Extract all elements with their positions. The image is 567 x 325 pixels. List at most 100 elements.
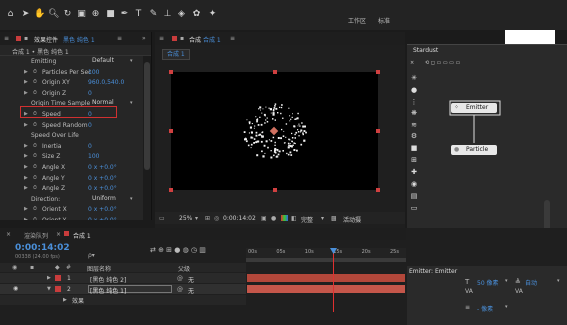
size-value[interactable]: 50 像素 xyxy=(477,278,499,287)
stardust-close-icon[interactable]: × xyxy=(410,60,414,66)
composition-tab-label[interactable]: 合成 xyxy=(189,35,201,44)
expand-chevron-icon[interactable]: ▼ xyxy=(47,286,51,292)
channel-icon[interactable]: ● xyxy=(271,215,276,222)
timeline-switch-icons[interactable]: ⇄ ⊕ ⊞ ● ◍ ◷ ▥ xyxy=(150,246,206,254)
stopwatch-icon[interactable]: ⏱ xyxy=(33,164,37,170)
stopwatch-icon[interactable]: ⏱ xyxy=(33,79,37,85)
effects-group-label[interactable]: 效果 xyxy=(72,296,84,305)
eraser-tool-icon[interactable]: ◈ xyxy=(176,9,187,20)
timeline-search[interactable]: ρ▾ xyxy=(88,252,95,259)
emitter-node[interactable]: ⁘ Emitter xyxy=(451,103,497,113)
eye-icon[interactable]: ◉ xyxy=(13,285,18,292)
expand-chevron-icon[interactable]: ▶ xyxy=(24,217,28,220)
current-time-indicator[interactable] xyxy=(333,248,334,312)
panel-menu-icon[interactable]: ≡ xyxy=(117,35,122,42)
chevron-down-icon[interactable]: ▾ xyxy=(130,58,133,64)
color-channel-icon[interactable] xyxy=(281,215,288,221)
panel-menu-icon[interactable]: ≡ xyxy=(230,35,235,42)
expand-chevron-icon[interactable]: ▶ xyxy=(24,175,28,181)
stopwatch-icon[interactable]: ⏱ xyxy=(33,153,37,159)
clone-stamp-tool-icon[interactable]: ⊥ xyxy=(162,9,173,20)
layer-duration-bar[interactable] xyxy=(247,274,405,282)
property-value[interactable]: 960.0,540.0 xyxy=(88,79,124,86)
stopwatch-icon[interactable]: ⏱ xyxy=(33,122,37,128)
effect-property-row[interactable]: Emitting Default ▾ xyxy=(0,56,143,67)
snapshot-icon[interactable]: ◎ xyxy=(214,215,219,222)
stopwatch-icon[interactable]: ⏱ xyxy=(33,206,37,212)
anchor-point-icon[interactable] xyxy=(269,126,279,136)
stopwatch-icon[interactable]: ⏱ xyxy=(33,185,37,191)
layer-color-label[interactable] xyxy=(55,286,61,292)
layer-color-label[interactable] xyxy=(55,275,61,281)
property-value[interactable]: 0 xyxy=(88,143,92,150)
expand-chevron-icon[interactable]: ▶ xyxy=(24,79,28,85)
column-parent[interactable]: 父级 xyxy=(178,264,190,273)
parent-pickwhip-icon[interactable]: @ xyxy=(177,275,183,282)
timeline-comp-tab[interactable]: 合成 1 xyxy=(73,231,91,240)
property-value[interactable]: 100 xyxy=(88,153,99,160)
effect-controls-tab-label[interactable]: 效果控件 xyxy=(34,35,58,44)
effect-property-row[interactable]: ▶ ⏱ Angle X 0 x +0.0° xyxy=(0,162,143,173)
monitor-icon[interactable]: ▭ xyxy=(410,204,418,212)
timeline-effects-row[interactable]: ▶ 效果 xyxy=(0,295,246,305)
lock-icon[interactable]: ▪ xyxy=(24,35,28,42)
timeline-current-time[interactable]: 0:00:14:02 xyxy=(15,243,70,253)
quality-select[interactable]: 完整 xyxy=(301,215,313,224)
chevron-down-icon[interactable]: ▾ xyxy=(505,278,508,284)
type-tool-icon[interactable]: T xyxy=(133,9,144,20)
layer-name[interactable]: [黑色 纯色 2] xyxy=(90,275,126,284)
leading-value[interactable]: 自动 xyxy=(525,278,537,287)
effect-controls-tab-layer[interactable]: 黑色 纯色 1 xyxy=(63,35,95,44)
layer-parent[interactable]: 无 xyxy=(188,275,194,284)
layer-duration-bar[interactable] xyxy=(247,285,405,293)
chevron-down-icon[interactable]: ▾ xyxy=(130,100,133,106)
region-icon[interactable]: ◧ xyxy=(291,215,297,222)
puppet-pin-tool-icon[interactable]: ✦ xyxy=(207,9,218,20)
composition-chip[interactable]: 合成 1 xyxy=(162,49,190,60)
menu-icon[interactable]: ≡ xyxy=(159,35,164,42)
collapse-icon[interactable]: » xyxy=(142,35,146,42)
effect-property-row[interactable]: ▶ ⏱ Inertia 0 xyxy=(0,141,143,152)
effect-property-row[interactable]: ▶ ⏱ Origin Z 0 xyxy=(0,88,143,99)
effect-property-row[interactable]: Direction: Uniform ▾ xyxy=(0,194,143,205)
chevron-down-icon[interactable]: ▾ xyxy=(557,278,560,284)
property-value[interactable]: 0 xyxy=(88,90,92,97)
chevron-down-icon[interactable]: ▾ xyxy=(130,196,133,202)
expand-chevron-icon[interactable]: ▶ xyxy=(24,143,28,149)
stroke-width-value[interactable]: - 像素 xyxy=(477,304,493,313)
composition-viewer[interactable] xyxy=(169,70,380,192)
effect-property-row[interactable]: ▶ ⏱ Particles Per Sec 100 xyxy=(0,67,143,78)
active-camera-select[interactable]: 活动摄 xyxy=(343,215,361,224)
effect-property-row[interactable]: ▶ ⏱ Angle Y 0 x +0.0° xyxy=(0,173,143,184)
expand-chevron-icon[interactable]: ▶ xyxy=(24,90,28,96)
menu-icon[interactable]: ≡ xyxy=(4,35,9,42)
effect-controls-scrollbar[interactable] xyxy=(143,56,151,220)
effect-property-row[interactable]: ▶ ⏱ Size Z 100 xyxy=(0,151,143,162)
chevron-down-icon[interactable]: ▾ xyxy=(195,215,198,222)
home-icon[interactable]: ⌂ xyxy=(5,9,16,20)
zoom-tool-icon[interactable]: 🔍︎ xyxy=(48,9,59,20)
composition-tab-name[interactable]: 合成 1 xyxy=(203,35,221,44)
stopwatch-icon[interactable]: ⏱ xyxy=(33,143,37,149)
timeline-layer-row[interactable]: ◉ ▼ 2 [黑色 纯色 1] @ 无 xyxy=(0,284,246,295)
expand-chevron-icon[interactable]: ▶ xyxy=(24,164,28,170)
column-layer-name[interactable]: 图层名称 xyxy=(87,264,111,273)
rotate-tool-icon[interactable]: ↻ xyxy=(62,9,73,20)
stardust-mini-toolbar[interactable]: ⟲ ◻ ▭ ▭ ▭ ▭ xyxy=(425,60,460,66)
current-time-display[interactable]: 0:00:14:02 xyxy=(223,215,256,222)
property-value[interactable]: 0 x +0.0° xyxy=(88,217,117,220)
magnification-select[interactable]: 25% xyxy=(179,215,192,222)
rectangle-tool-icon[interactable]: ■ xyxy=(105,9,116,20)
layer-name[interactable]: [黑色 纯色 1] xyxy=(90,286,126,295)
property-value[interactable]: 100 xyxy=(88,69,99,76)
particle-node[interactable]: ● Particle xyxy=(451,145,497,155)
expand-chevron-icon[interactable]: ▶ xyxy=(24,206,28,212)
property-select[interactable]: Uniform xyxy=(92,195,116,202)
workspace-label[interactable]: 工作区 xyxy=(348,16,366,25)
timeline-layer-row[interactable]: ▶ 1 [黑色 纯色 2] @ 无 xyxy=(0,273,246,284)
fast-preview-icon[interactable]: ▩ xyxy=(331,215,337,222)
effect-property-row[interactable]: ▶ ⏱ Speed Random 0 xyxy=(0,120,143,131)
property-value[interactable]: 0 x +0.0° xyxy=(88,185,117,192)
stopwatch-icon[interactable]: ⏱ xyxy=(33,69,37,75)
expand-chevron-icon[interactable]: ▶ xyxy=(24,185,28,191)
